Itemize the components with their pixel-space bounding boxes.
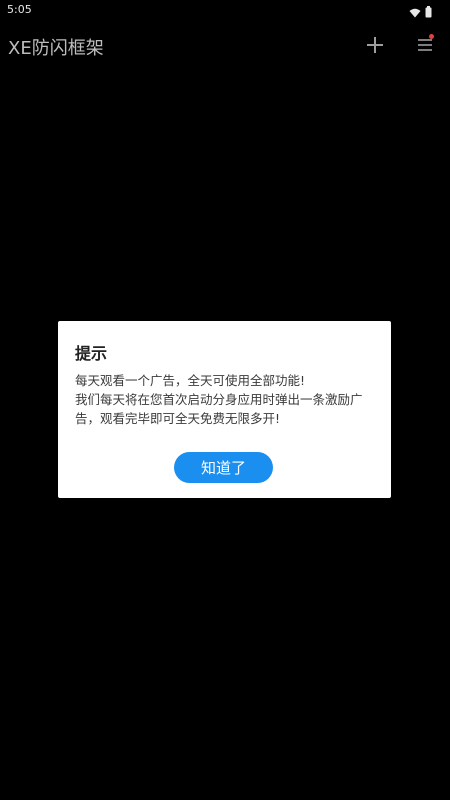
status-time: 5:05 [7,3,32,16]
dialog-message: 每天观看一个广告，全天可使用全部功能! 我们每天将在您首次启动分身应用时弹出一条… [75,373,363,426]
status-icons [409,3,432,22]
menu-icon [412,39,438,62]
app-bar: XE防闪框架 [0,28,450,64]
notification-dot [429,34,434,39]
add-button[interactable] [362,32,388,58]
app-title: XE防闪框架 [8,38,104,59]
menu-button[interactable] [412,32,438,58]
app-screen: 5:05 XE防闪框架 提示 每天观看一个广告，全天可使用全部功能! 我们每天将… [0,0,450,800]
tip-dialog: 提示 每天观看一个广告，全天可使用全部功能! 我们每天将在您首次启动分身应用时弹… [58,321,391,498]
add-icon [362,37,388,62]
got-it-button[interactable]: 知道了 [174,452,273,483]
battery-icon [425,3,432,22]
wifi-icon [409,3,421,22]
status-bar: 5:05 [0,0,450,20]
dialog-title: 提示 [75,344,108,363]
